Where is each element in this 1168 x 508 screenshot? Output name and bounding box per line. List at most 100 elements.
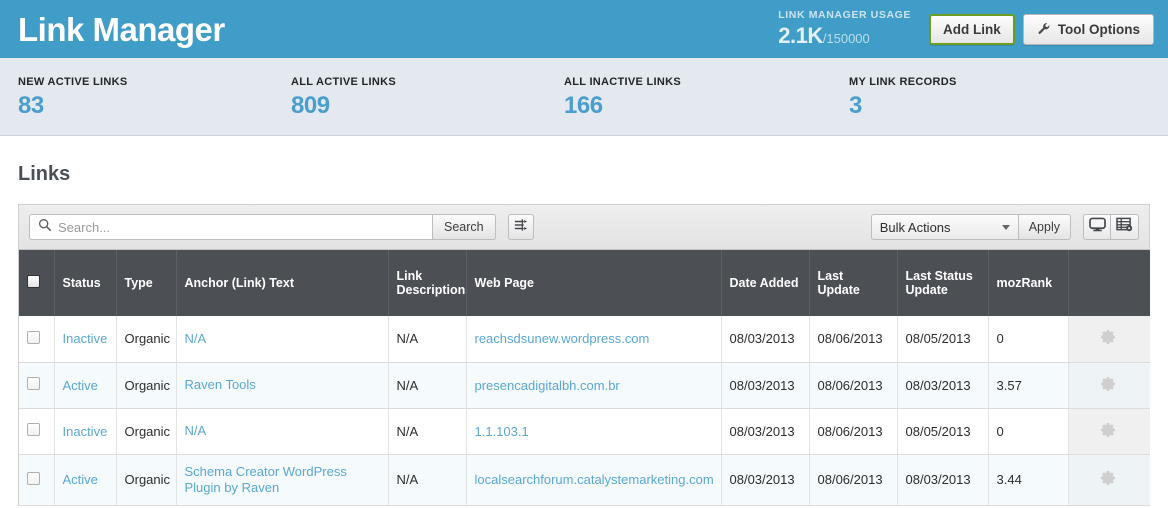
- column-header-anchor-text[interactable]: Anchor (Link) Text: [176, 250, 389, 316]
- cell-anchor-text: N/A: [176, 316, 389, 363]
- cell-anchor-text: Raven Tools: [176, 362, 389, 409]
- stat-label: ALL ACTIVE LINKS: [291, 75, 397, 88]
- anchor-link[interactable]: N/A: [185, 423, 207, 438]
- column-header-link-description[interactable]: Link Description: [388, 250, 467, 316]
- anchor-link[interactable]: Schema Creator WordPress Plugin by Raven: [185, 464, 347, 495]
- search-field[interactable]: [29, 214, 432, 240]
- column-header-last-update[interactable]: Last Update: [809, 250, 898, 316]
- cell-date-added: 08/03/2013: [721, 408, 810, 455]
- links-panel: Search Bulk Actions: [18, 204, 1150, 506]
- table-row[interactable]: Active Organic Schema Creator WordPress …: [19, 454, 1150, 506]
- column-header-mozrank[interactable]: mozRank: [988, 250, 1069, 316]
- column-header-type[interactable]: Type: [116, 250, 177, 316]
- cell-web-page: localsearchforum.catalystemarketing.com: [466, 454, 722, 506]
- cell-status: Active: [54, 362, 117, 409]
- table-settings-icon: [1116, 217, 1133, 237]
- cell-last-update: 08/06/2013: [809, 454, 898, 506]
- cell-last-status-update: 08/05/2013: [897, 408, 989, 455]
- gear-icon[interactable]: [1101, 422, 1117, 438]
- gear-icon[interactable]: [1101, 329, 1117, 345]
- cell-status: Inactive: [54, 316, 117, 363]
- webpage-link[interactable]: 1.1.103.1: [475, 424, 529, 439]
- row-checkbox[interactable]: [27, 377, 40, 390]
- stat-my-link-records: MY LINK RECORDS 3: [849, 76, 957, 118]
- status-link[interactable]: Inactive: [63, 331, 108, 346]
- cell-mozrank: 0: [988, 316, 1069, 363]
- column-header-last-status-update[interactable]: Last Status Update: [897, 250, 989, 316]
- table-toolbar: Search Bulk Actions: [19, 205, 1149, 250]
- cell-anchor-text: N/A: [176, 408, 389, 455]
- stats-bar: NEW ACTIVE LINKS 83 ALL ACTIVE LINKS 809…: [0, 58, 1168, 136]
- cell-last-status-update: 08/03/2013: [897, 362, 989, 409]
- add-link-label: Add Link: [943, 21, 1001, 37]
- cell-date-added: 08/03/2013: [721, 316, 810, 363]
- status-link[interactable]: Inactive: [63, 424, 108, 439]
- stat-value: 809: [291, 91, 330, 119]
- stat-new-active-links: NEW ACTIVE LINKS 83: [18, 76, 291, 118]
- cell-row-actions[interactable]: [1067, 454, 1150, 506]
- column-header-status[interactable]: Status: [54, 250, 117, 316]
- cell-mozrank: 0: [988, 408, 1069, 455]
- cell-row-actions[interactable]: [1067, 316, 1150, 363]
- search-icon: [38, 218, 52, 237]
- anchor-link[interactable]: N/A: [185, 331, 207, 346]
- table-row[interactable]: Active Organic Raven Tools N/A presencad…: [19, 362, 1150, 409]
- gear-icon[interactable]: [1101, 470, 1117, 486]
- select-all-checkbox[interactable]: [27, 275, 40, 288]
- cell-date-added: 08/03/2013: [721, 362, 810, 409]
- cell-web-page: reachsdsunew.wordpress.com: [466, 316, 722, 363]
- main-content: Links Search... Search Bulk Actions Appl…: [0, 163, 1168, 506]
- stat-value: 166: [564, 91, 603, 119]
- stat-label: MY LINK RECORDS: [849, 75, 957, 88]
- cell-last-status-update: 08/05/2013: [897, 316, 989, 363]
- table-body: Inactive Organic N/A N/A reachsdsunew.wo…: [19, 316, 1150, 506]
- column-header-date-added[interactable]: Date Added: [721, 250, 810, 316]
- app-header: Link Manager LINK MANAGER USAGE 2.1K/150…: [0, 0, 1168, 58]
- usage-meter: LINK MANAGER USAGE 2.1K/150000: [778, 10, 911, 48]
- status-link[interactable]: Active: [63, 472, 98, 487]
- cell-type: Organic: [116, 408, 177, 455]
- cell-row-actions[interactable]: [1067, 408, 1150, 455]
- row-select-cell: [19, 408, 55, 455]
- section-title: Links: [18, 163, 71, 185]
- webpage-link[interactable]: reachsdsunew.wordpress.com: [475, 331, 650, 346]
- row-checkbox[interactable]: [27, 423, 40, 436]
- table-settings-view-button[interactable]: [1111, 214, 1139, 240]
- select-all-header: [19, 250, 55, 316]
- bulk-actions-select[interactable]: Bulk Actions: [870, 214, 1019, 240]
- table-row[interactable]: Inactive Organic N/A N/A reachsdsunew.wo…: [19, 316, 1150, 363]
- bulk-actions-label: Bulk Actions: [879, 219, 951, 235]
- sliders-icon-button[interactable]: [507, 214, 534, 240]
- search-button[interactable]: Search: [432, 214, 496, 240]
- tool-options-button[interactable]: Tool Options: [1022, 13, 1154, 45]
- apply-button[interactable]: Apply: [1018, 214, 1071, 240]
- cell-last-update: 08/06/2013: [809, 316, 898, 363]
- view-mode-group: [1083, 214, 1139, 240]
- cell-last-update: 08/06/2013: [809, 362, 898, 409]
- row-select-cell: [19, 454, 55, 506]
- row-checkbox[interactable]: [27, 471, 40, 485]
- table-row[interactable]: Inactive Organic N/A N/A 1.1.103.1 08/03…: [19, 408, 1150, 455]
- page-title: Link Manager: [18, 10, 225, 48]
- gear-icon[interactable]: [1101, 376, 1117, 392]
- webpage-link[interactable]: presencadigitalbh.com.br: [475, 378, 620, 393]
- monitor-view-button[interactable]: [1083, 214, 1111, 240]
- cell-mozrank: 3.44: [988, 454, 1069, 506]
- usage-max-value: /150000: [822, 30, 870, 46]
- row-select-cell: [19, 362, 55, 409]
- cell-mozrank: 3.57: [988, 362, 1069, 409]
- status-link[interactable]: Active: [63, 378, 98, 393]
- anchor-link[interactable]: Raven Tools: [185, 377, 256, 392]
- cell-anchor-text: Schema Creator WordPress Plugin by Raven: [176, 454, 389, 506]
- column-header-web-page[interactable]: Web Page: [466, 250, 722, 316]
- search-input[interactable]: [58, 219, 424, 235]
- add-link-button[interactable]: Add Link: [929, 13, 1015, 45]
- header-actions: Add Link Tool Options: [929, 13, 1154, 45]
- stat-all-inactive-links: ALL INACTIVE LINKS 166: [564, 76, 849, 118]
- column-header-actions: [1068, 250, 1150, 316]
- stat-label: NEW ACTIVE LINKS: [18, 75, 128, 88]
- webpage-link[interactable]: localsearchforum.catalystemarketing.com: [475, 472, 714, 487]
- row-checkbox[interactable]: [27, 330, 40, 344]
- cell-row-actions[interactable]: [1067, 362, 1150, 409]
- cell-link-description: N/A: [388, 454, 467, 506]
